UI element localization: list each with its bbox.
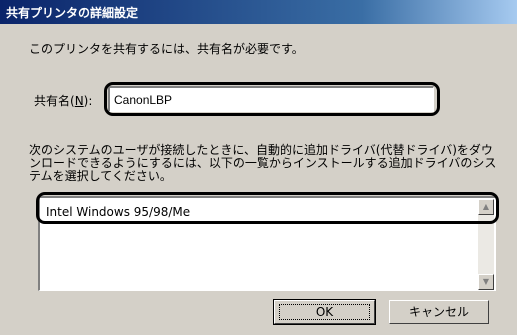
driver-system-list[interactable]: Intel Windows 95/98/Me ▲ ▼ xyxy=(38,196,496,291)
dialog-body: このプリンタを共有するには、共有名が必要です。 共有名(N): 次のシステムのユ… xyxy=(0,24,517,335)
share-name-label-suffix: ): xyxy=(83,94,93,108)
ok-button-label: OK xyxy=(315,305,334,319)
intro-text: このプリンタを共有するには、共有名が必要です。 xyxy=(29,42,304,56)
scroll-down-icon[interactable]: ▼ xyxy=(478,274,494,290)
list-item[interactable]: Intel Windows 95/98/Me xyxy=(46,205,190,219)
ok-button[interactable]: OK xyxy=(273,299,376,325)
title-bar[interactable]: 共有プリンタの詳細設定 xyxy=(0,0,517,24)
share-name-input[interactable] xyxy=(108,86,434,112)
cancel-button[interactable]: キャンセル xyxy=(389,300,489,324)
scroll-up-icon[interactable]: ▲ xyxy=(478,199,494,215)
share-name-label-prefix: 共有名( xyxy=(34,94,75,108)
share-name-label: 共有名(N): xyxy=(34,92,92,109)
additional-drivers-description: 次のシステムのユーザが接続したときに、自動的に追加ドライバ(代替ドライバ)をダウ… xyxy=(29,143,497,183)
window-title: 共有プリンタの詳細設定 xyxy=(6,6,139,20)
list-scrollbar[interactable]: ▲ ▼ xyxy=(478,199,494,290)
share-name-accelerator: N xyxy=(74,94,84,108)
cancel-button-label: キャンセル xyxy=(408,305,469,319)
